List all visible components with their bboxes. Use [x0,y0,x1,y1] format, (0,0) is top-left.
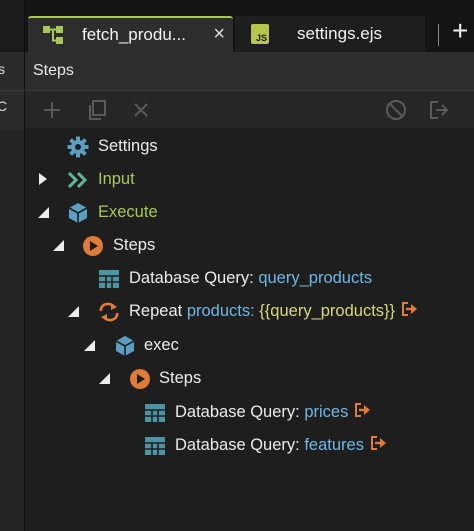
tree-node-label: Steps [113,236,156,254]
tree-node-repeat[interactable]: Repeat products: {{query_products}} [25,295,474,328]
tree-node-label: Input [98,170,135,188]
collapse-arrow-icon[interactable] [97,371,111,385]
tab-settings-ejs[interactable]: JS settings.ejs [235,16,425,52]
collapse-arrow-icon[interactable] [36,205,50,219]
panel-header: Steps [25,52,474,90]
output-icon [354,403,371,422]
cube-icon [113,334,137,358]
tree-node-label: Database Query: [175,403,300,421]
table-icon [143,401,167,425]
expand-arrow-icon[interactable] [36,172,50,186]
tree-node-settings[interactable]: Settings [25,130,474,163]
copy-icon [89,100,106,120]
disable-step-button[interactable] [383,97,409,123]
table-icon [143,434,167,458]
add-tab-button[interactable]: + [452,16,468,46]
tree-node-db-query-products[interactable]: Database Query: query_products [25,262,474,295]
js-file-icon: JS [247,21,273,47]
tree-node-value: query_products [258,269,373,287]
tab-fetch-products[interactable]: fetch_produ... × [28,16,233,52]
export-icon [430,101,449,119]
left-panel-text-fragment-2: C [0,98,8,114]
tree-node-text: Database Query: query_products [129,269,372,288]
left-panel-text-fragment: s [0,61,5,77]
tab-label: settings.ejs [297,24,383,43]
tree-node-exec[interactable]: exec [25,329,474,362]
cube-icon [66,201,90,225]
tree-node-label: Database Query: [175,436,300,454]
tree-node-text: Repeat products: {{query_products}} [129,302,418,321]
tree-node-value: products: [186,302,255,320]
left-panel-header: s [0,52,24,90]
tree-node-steps[interactable]: Steps [25,229,474,262]
repeat-icon [97,300,121,324]
tab-bar: fetch_produ... × JS settings.ejs + [25,0,474,52]
steps-tree: Settings Input Execute Steps Database Qu… [25,128,474,531]
tab-label: fetch_produ... [82,25,186,44]
left-side-panel: s C [0,0,25,531]
left-panel-toolbar: C [0,90,24,129]
disable-icon [386,100,406,120]
steps-toolbar [25,90,474,128]
close-tab-icon[interactable]: × [213,23,225,46]
tree-node-db-query-prices[interactable]: Database Query: prices [25,396,474,429]
play-icon [128,367,152,391]
panel-title: Steps [33,62,74,79]
collapse-arrow-icon[interactable] [66,304,80,318]
tree-node-label: exec [144,336,179,354]
tree-node-text: Database Query: features [175,436,387,455]
flow-icon [40,22,66,48]
add-icon [44,102,60,118]
output-icon [401,302,418,321]
delete-step-button[interactable] [128,97,154,123]
tab-divider [438,24,439,46]
tree-node-db-query-features[interactable]: Database Query: features [25,429,474,462]
table-icon [97,267,121,291]
tree-node-label: Database Query: [129,269,254,287]
tree-node-label: Steps [159,369,202,387]
output-icon [370,436,387,455]
tree-node-label: Execute [98,203,158,221]
tree-node-exec-steps[interactable]: Steps [25,362,474,395]
gear-icon [66,135,90,159]
play-icon [81,234,105,258]
collapse-arrow-icon[interactable] [51,238,65,252]
tree-node-expression: {{query_products}} [259,302,396,320]
js-badge: JS [251,24,269,44]
collapse-arrow-icon[interactable] [82,338,96,352]
add-step-button[interactable] [39,97,65,123]
copy-step-button[interactable] [84,97,110,123]
tree-node-label: Repeat [129,302,183,320]
chevrons-right-icon [66,168,90,192]
export-step-button[interactable] [427,97,453,123]
tree-node-text: Database Query: prices [175,403,371,422]
delete-icon [134,103,148,117]
tree-node-label: Settings [98,137,158,155]
tree-node-value: features [304,436,364,454]
left-panel-tabbar [0,0,24,52]
tree-node-execute[interactable]: Execute [25,196,474,229]
tree-node-input[interactable]: Input [25,163,474,196]
tree-node-value: prices [304,403,349,421]
